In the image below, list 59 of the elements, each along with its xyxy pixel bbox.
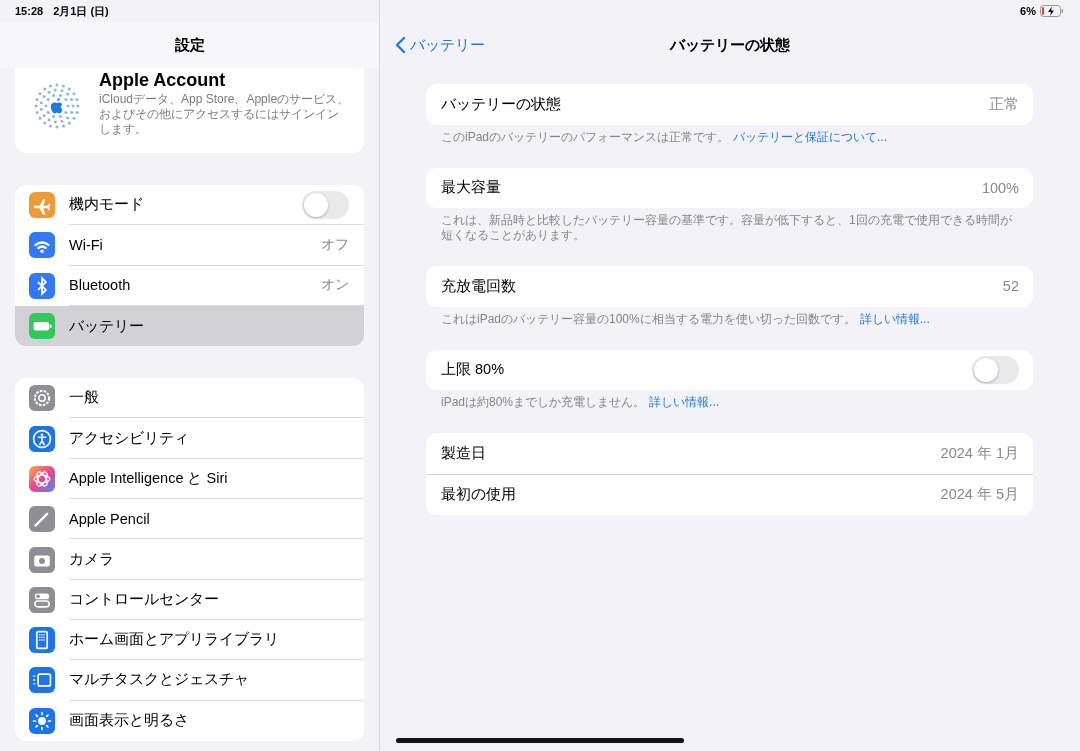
gear-icon bbox=[29, 385, 55, 412]
setting-value: オン bbox=[321, 276, 349, 295]
sun-icon bbox=[29, 707, 55, 734]
multitask-icon bbox=[29, 667, 55, 694]
camera-icon bbox=[29, 546, 55, 573]
accessibility-icon bbox=[29, 425, 55, 452]
page-title: バッテリーの状態 bbox=[670, 35, 790, 55]
settings-item[interactable]: カメラ bbox=[15, 539, 364, 580]
bluetooth-icon bbox=[29, 272, 55, 299]
account-card[interactable]: Apple Account iCloudデータ、App Store、Appleのサービス、およびその他にアクセスするにはサインインします。 bbox=[15, 68, 364, 153]
info-link[interactable]: 詳しい情報... bbox=[649, 395, 720, 409]
status-date: 2月1日 (日) bbox=[53, 3, 109, 19]
row-label: 製造日 bbox=[441, 443, 487, 463]
row-value: 100% bbox=[981, 179, 1019, 196]
row-label: 最大容量 bbox=[441, 178, 502, 198]
pencil-icon bbox=[29, 506, 55, 533]
settings-item[interactable]: 機内モード bbox=[15, 185, 364, 226]
toggle-switch[interactable] bbox=[972, 355, 1019, 384]
back-button[interactable]: バッテリー bbox=[390, 22, 489, 68]
footer-text: これはiPadのバッテリー容量の100%に相当する電力を使い切った回数です。 詳しい情報... bbox=[440, 310, 931, 327]
chevron-left-icon bbox=[394, 36, 406, 54]
row-label: 上限 80% bbox=[441, 360, 506, 380]
settings-item[interactable]: Apple Pencil bbox=[15, 499, 364, 540]
airplane-icon bbox=[29, 192, 55, 219]
footer-text: これは、新品時と比較したバッテリー容量の基準です。容量が低下すると、1回の充電で使用できる時間が短くなることがあります。 bbox=[440, 212, 1013, 243]
settings-item[interactable]: 一般 bbox=[15, 378, 364, 419]
status-time: 15:28 bbox=[15, 5, 44, 17]
account-description: iCloudデータ、App Store、Appleのサービス、およびその他にアクセスするにはサインインします。 bbox=[99, 92, 350, 137]
settings-item[interactable]: コントロールセンター bbox=[15, 579, 364, 620]
row-label: 最初の使用 bbox=[441, 485, 517, 505]
row-label: 充放電回数 bbox=[441, 276, 517, 296]
toggles-icon bbox=[29, 586, 55, 613]
battery-percent: 6% bbox=[1020, 5, 1036, 17]
info-link[interactable]: 詳しい情報... bbox=[859, 311, 930, 326]
settings-item[interactable]: Apple Intelligence と Siri bbox=[15, 458, 364, 500]
wifi-icon bbox=[29, 232, 55, 259]
row-value: 2024 年 5月 bbox=[940, 485, 1019, 505]
settings-item[interactable]: Bluetooth オン bbox=[15, 265, 364, 306]
settings-item[interactable]: アクセシビリティ bbox=[15, 418, 364, 459]
account-name: Apple Account bbox=[99, 70, 227, 91]
setting-value: オフ bbox=[321, 235, 349, 254]
row-value: 正常 bbox=[989, 94, 1019, 114]
row-value: 2024 年 1月 bbox=[940, 443, 1019, 463]
footer-text: iPadは約80%までしか充電しません。 詳しい情報... bbox=[440, 394, 721, 410]
info-link[interactable]: バッテリーと保証について... bbox=[733, 129, 888, 144]
settings-item[interactable]: 画面表示と明るさ bbox=[15, 700, 364, 741]
settings-item[interactable]: マルチタスクとジェスチャ bbox=[15, 660, 364, 701]
sidebar-title: 設定 bbox=[174, 35, 205, 55]
row-value: 52 bbox=[1002, 278, 1019, 295]
app-grid-icon bbox=[29, 627, 55, 654]
settings-item[interactable]: Wi-Fi オフ bbox=[15, 225, 364, 266]
battery-charging-icon bbox=[1040, 5, 1064, 17]
settings-item[interactable]: バッテリー bbox=[15, 305, 364, 347]
sparkle-icon bbox=[29, 465, 55, 492]
row-label: バッテリーの状態 bbox=[441, 94, 562, 114]
settings-item[interactable]: ホーム画面とアプリライブラリ bbox=[15, 619, 364, 661]
toggle-switch[interactable] bbox=[302, 190, 349, 219]
battery-icon bbox=[29, 313, 55, 340]
footer-text: このiPadのバッテリーのパフォーマンスは正常です。 バッテリーと保証について... bbox=[440, 128, 889, 145]
